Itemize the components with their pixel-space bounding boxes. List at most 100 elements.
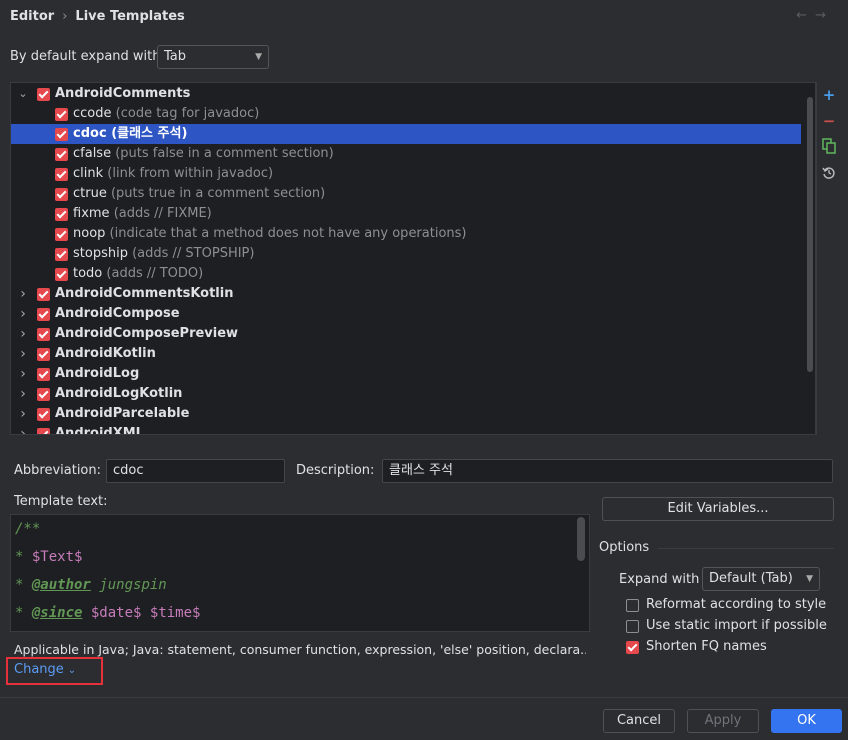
template-abbreviation: todo (73, 266, 103, 281)
template-label: ccode (code tag for javadoc) (73, 104, 259, 124)
tree-group-row[interactable]: › AndroidKotlin (11, 344, 801, 364)
description-field[interactable]: 클래스 주석 (382, 459, 833, 483)
tree-group-row[interactable]: › AndroidParcelable (11, 404, 801, 424)
template-checkbox[interactable] (37, 328, 50, 341)
breadcrumb-parent[interactable]: Editor (10, 9, 54, 24)
template-checkbox[interactable] (55, 188, 68, 201)
template-checkbox[interactable] (55, 108, 68, 121)
breadcrumb-current: Live Templates (75, 9, 185, 24)
chevron-down-icon[interactable]: ⌄ (17, 84, 29, 104)
restore-icon[interactable] (821, 166, 837, 184)
add-icon[interactable]: + (821, 86, 837, 104)
ok-button[interactable]: OK (771, 709, 842, 733)
chevron-right-icon[interactable]: › (17, 324, 29, 344)
template-line-4: * @since $date$ $time$ (15, 605, 200, 621)
tree-group-row[interactable]: ⌄ AndroidComments (11, 84, 801, 104)
dropdown-arrow-icon: ▼ (255, 52, 262, 62)
tree-group-row[interactable]: › AndroidCommentsKotlin (11, 284, 801, 304)
abbreviation-field[interactable]: cdoc (106, 459, 285, 483)
reformat-checkbox[interactable] (626, 599, 639, 612)
template-line-2: * $Text$ (15, 549, 82, 565)
tree-group-row[interactable]: › AndroidLogKotlin (11, 384, 801, 404)
cancel-button[interactable]: Cancel (603, 709, 675, 733)
tree-scrollbar[interactable] (807, 97, 813, 372)
template-checkbox[interactable] (37, 368, 50, 381)
template-checkbox[interactable] (37, 388, 50, 401)
template-row[interactable]: cfalse (puts false in a comment section) (11, 144, 801, 164)
template-checkbox[interactable] (37, 348, 50, 361)
template-checkbox[interactable] (37, 428, 50, 434)
tree-group-row[interactable]: › AndroidCompose (11, 304, 801, 324)
expand-default-label: By default expand with (10, 49, 161, 64)
chevron-right-icon[interactable]: › (17, 304, 29, 324)
template-row[interactable]: ccode (code tag for javadoc) (11, 104, 801, 124)
template-description: (adds // FIXME) (113, 206, 212, 221)
template-abbreviation: noop (73, 226, 106, 241)
dropdown-arrow-icon: ▼ (806, 574, 813, 584)
template-checkbox[interactable] (55, 268, 68, 281)
template-abbreviation: stopship (73, 246, 128, 261)
template-row[interactable]: fixme (adds // FIXME) (11, 204, 801, 224)
chevron-right-icon[interactable]: › (17, 384, 29, 404)
template-checkbox[interactable] (55, 248, 68, 261)
variable-token: $Text$ (31, 549, 83, 565)
template-checkbox[interactable] (55, 228, 68, 241)
group-label: AndroidComments (55, 86, 191, 101)
chevron-right-icon[interactable]: › (17, 344, 29, 364)
comment-token: * (15, 577, 32, 593)
template-row[interactable]: clink (link from within javadoc) (11, 164, 801, 184)
template-line-3: * @author jungspin (15, 577, 167, 593)
static-import-checkbox[interactable] (626, 620, 639, 633)
change-link[interactable]: Change ⌄ (14, 662, 76, 677)
chevron-right-icon[interactable]: › (17, 404, 29, 424)
template-description: (link from within javadoc) (107, 166, 274, 181)
template-label: cdoc (클래스 주석) (73, 124, 187, 144)
chevron-right-icon[interactable]: › (17, 424, 29, 434)
tree-group-row[interactable]: › AndroidXML (11, 424, 801, 435)
template-row[interactable]: todo (adds // TODO) (11, 264, 801, 284)
tree-group-row[interactable]: › AndroidComposePreview (11, 324, 801, 344)
group-label: AndroidXML (55, 426, 144, 435)
breadcrumb: Editor › Live Templates (10, 9, 185, 24)
description-label: Description: (296, 463, 375, 478)
template-description: (클래스 주석) (111, 126, 188, 141)
template-label: cfalse (puts false in a comment section) (73, 144, 334, 164)
shorten-fq-checkbox[interactable] (626, 641, 639, 654)
template-checkbox[interactable] (37, 408, 50, 421)
template-checkbox[interactable] (37, 288, 50, 301)
breadcrumb-separator: › (62, 9, 68, 24)
copy-icon[interactable] (821, 138, 837, 158)
remove-icon[interactable]: − (821, 112, 837, 130)
template-checkbox[interactable] (55, 208, 68, 221)
template-row[interactable]: stopship (adds // STOPSHIP) (11, 244, 801, 264)
forward-arrow-icon[interactable]: → (815, 8, 834, 23)
editor-scrollbar[interactable] (577, 517, 585, 561)
template-abbreviation: fixme (73, 206, 110, 221)
edit-variables-button[interactable]: Edit Variables... (602, 497, 834, 521)
template-checkbox[interactable] (37, 88, 50, 101)
tree-group-row[interactable]: › AndroidLog (11, 364, 801, 384)
template-row[interactable]: cdoc (클래스 주석) (11, 124, 801, 144)
footer-divider (0, 697, 848, 698)
template-row[interactable]: ctrue (puts true in a comment section) (11, 184, 801, 204)
template-checkbox[interactable] (37, 308, 50, 321)
template-checkbox[interactable] (55, 128, 68, 141)
template-row[interactable]: noop (indicate that a method does not ha… (11, 224, 801, 244)
templates-tree[interactable]: ⌄ AndroidComments ccode (code tag for java… (10, 82, 816, 435)
template-text-editor[interactable]: /** * $Text$ * @author jungspin * @since… (10, 514, 590, 632)
options-expand-value: Default (Tab) (709, 571, 793, 586)
back-arrow-icon[interactable]: ← (796, 8, 815, 23)
options-divider (658, 548, 834, 549)
template-description: (indicate that a method does not have an… (109, 226, 467, 241)
apply-button[interactable]: Apply (687, 709, 759, 733)
template-checkbox[interactable] (55, 168, 68, 181)
group-label: AndroidLogKotlin (55, 386, 183, 401)
expand-default-select[interactable]: Tab ▼ (157, 45, 269, 69)
chevron-right-icon[interactable]: › (17, 284, 29, 304)
options-expand-select[interactable]: Default (Tab) ▼ (702, 567, 820, 591)
template-checkbox[interactable] (55, 148, 68, 161)
comment-token: /** (15, 521, 41, 537)
applicable-contexts: Applicable in Java; Java: statement, con… (14, 642, 586, 657)
chevron-right-icon[interactable]: › (17, 364, 29, 384)
